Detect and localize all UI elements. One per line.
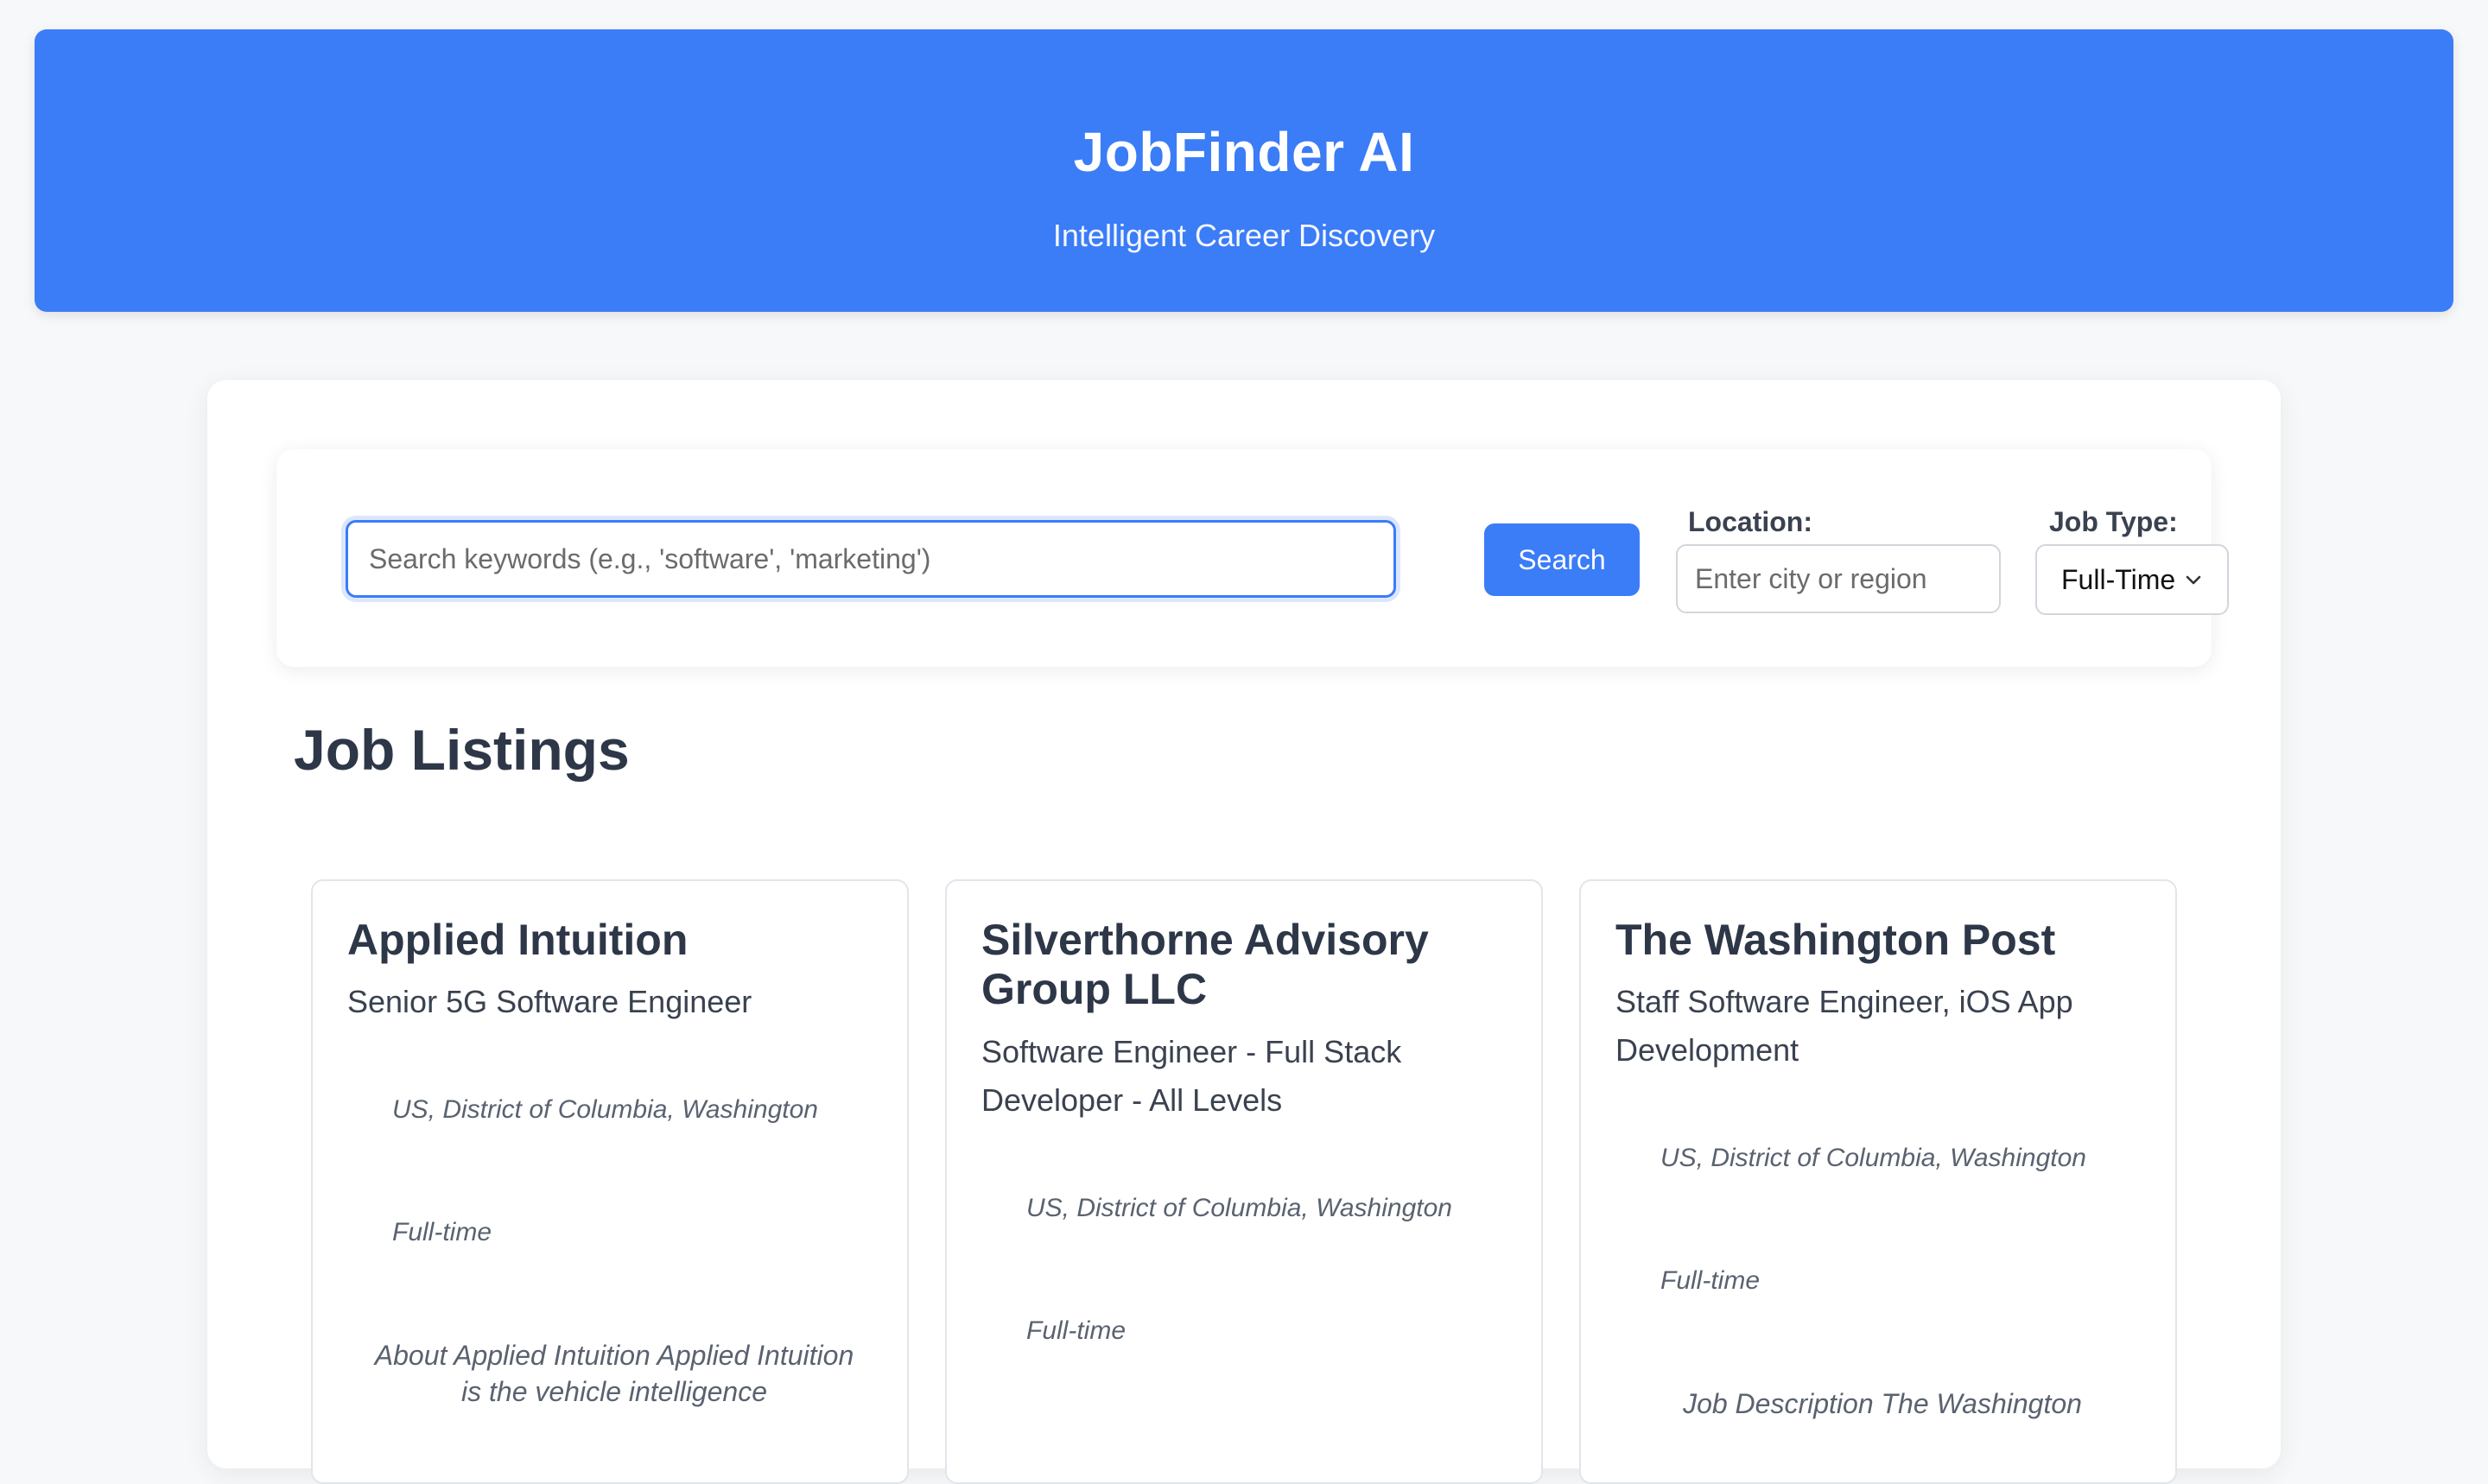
job-type-label: Job Type: (2049, 506, 2178, 537)
job-location: US, District of Columbia, Washington (1660, 1144, 2086, 1172)
search-input[interactable] (346, 520, 1396, 598)
job-card[interactable]: Applied Intuition Senior 5G Software Eng… (311, 879, 909, 1484)
main-content: Search Location: Job Type: Full-Time Job… (207, 380, 2281, 1484)
app-subtitle: Intelligent Career Discovery (1052, 218, 1436, 253)
job-listings-title: Job Listings (294, 718, 630, 782)
job-type-selected-value: Full-Time (2061, 563, 2176, 595)
job-company: Applied Intuition (347, 916, 689, 964)
job-role: Software Engineer - Full Stack Developer… (981, 1034, 1402, 1118)
search-button[interactable]: Search (1484, 523, 1640, 596)
job-type: Full-time (1660, 1266, 1761, 1295)
search-panel: Search Location: Job Type: Full-Time (276, 449, 2229, 667)
job-type-select[interactable]: Full-Time (2035, 544, 2229, 615)
job-location: US, District of Columbia, Washington (1026, 1194, 1452, 1222)
job-company: Silverthorne Advisory Group LLC (981, 916, 1429, 1013)
location-label: Location: (1688, 506, 1812, 537)
job-location: US, District of Columbia, Washington (392, 1095, 818, 1124)
job-company: The Washington Post (1615, 916, 2056, 964)
job-type: Full-time (1026, 1316, 1127, 1345)
job-description: Job Description The Washington (1683, 1388, 2082, 1419)
app-title: JobFinder AI (1073, 121, 1415, 183)
chevron-down-icon (2186, 575, 2201, 585)
job-role: Staff Software Engineer, iOS App Develop… (1615, 984, 2073, 1068)
job-card[interactable]: The Washington Post Staff Software Engin… (1579, 879, 2177, 1484)
job-description: About Applied Intuition Applied Intuitio… (374, 1340, 854, 1407)
app-header: JobFinder AI Intelligent Career Discover… (35, 29, 2453, 312)
location-input[interactable] (1676, 544, 2001, 613)
job-type: Full-time (392, 1218, 492, 1246)
job-card[interactable]: Silverthorne Advisory Group LLC Software… (945, 879, 1543, 1484)
job-role: Senior 5G Software Engineer (347, 984, 752, 1019)
